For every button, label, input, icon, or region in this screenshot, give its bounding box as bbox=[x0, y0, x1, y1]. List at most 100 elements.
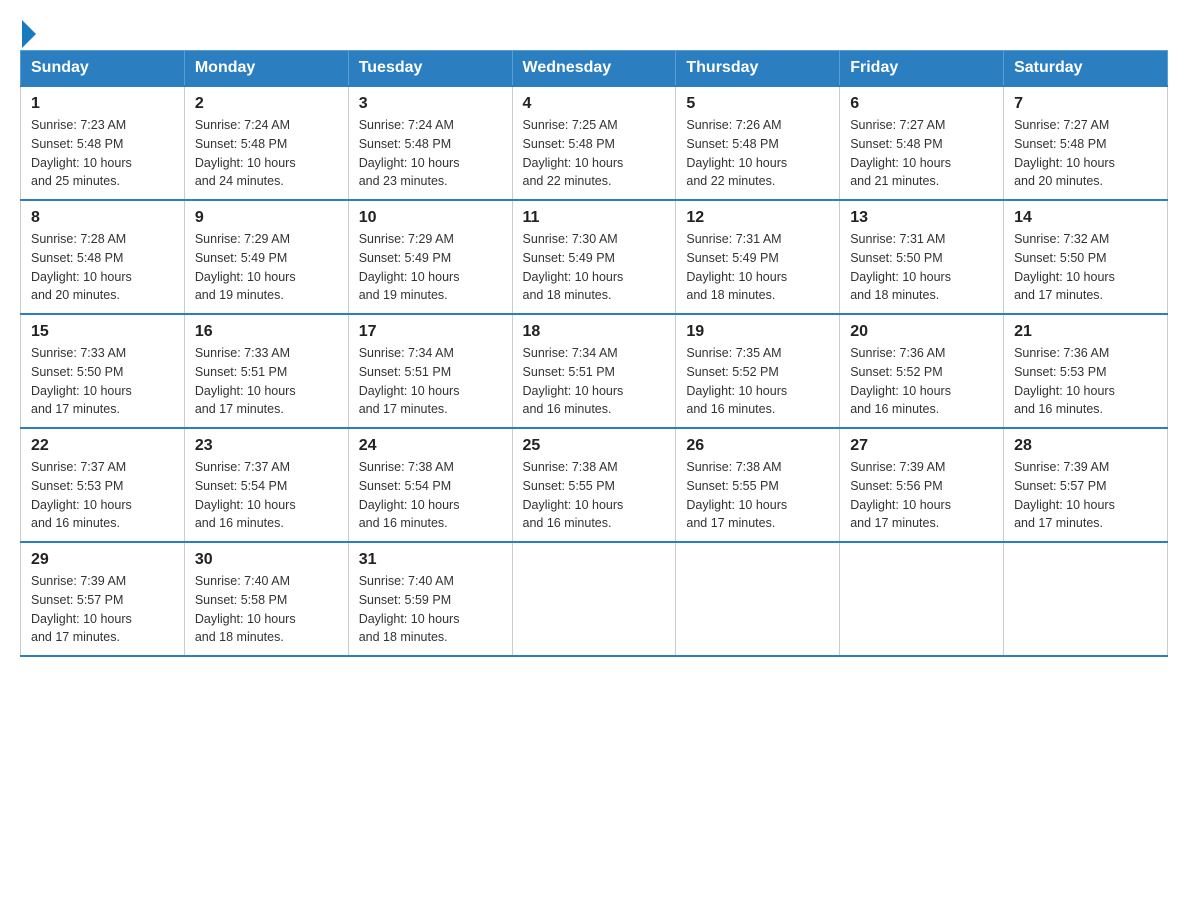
day-info: Sunrise: 7:39 AMSunset: 5:56 PMDaylight:… bbox=[850, 458, 993, 533]
page-header bbox=[20, 20, 1168, 40]
day-number: 28 bbox=[1014, 437, 1157, 455]
day-info: Sunrise: 7:39 AMSunset: 5:57 PMDaylight:… bbox=[31, 572, 174, 647]
day-info: Sunrise: 7:31 AMSunset: 5:49 PMDaylight:… bbox=[686, 230, 829, 305]
calendar-cell: 17 Sunrise: 7:34 AMSunset: 5:51 PMDaylig… bbox=[348, 314, 512, 428]
weekday-header-wednesday: Wednesday bbox=[512, 51, 676, 87]
calendar-cell: 9 Sunrise: 7:29 AMSunset: 5:49 PMDayligh… bbox=[184, 200, 348, 314]
day-info: Sunrise: 7:31 AMSunset: 5:50 PMDaylight:… bbox=[850, 230, 993, 305]
calendar-week-row: 29 Sunrise: 7:39 AMSunset: 5:57 PMDaylig… bbox=[21, 542, 1168, 656]
weekday-header-sunday: Sunday bbox=[21, 51, 185, 87]
day-info: Sunrise: 7:39 AMSunset: 5:57 PMDaylight:… bbox=[1014, 458, 1157, 533]
day-info: Sunrise: 7:40 AMSunset: 5:58 PMDaylight:… bbox=[195, 572, 338, 647]
day-info: Sunrise: 7:33 AMSunset: 5:50 PMDaylight:… bbox=[31, 344, 174, 419]
day-number: 17 bbox=[359, 323, 502, 341]
calendar-cell: 19 Sunrise: 7:35 AMSunset: 5:52 PMDaylig… bbox=[676, 314, 840, 428]
day-number: 5 bbox=[686, 95, 829, 113]
calendar-cell: 27 Sunrise: 7:39 AMSunset: 5:56 PMDaylig… bbox=[840, 428, 1004, 542]
day-info: Sunrise: 7:37 AMSunset: 5:53 PMDaylight:… bbox=[31, 458, 174, 533]
day-number: 15 bbox=[31, 323, 174, 341]
calendar-cell: 26 Sunrise: 7:38 AMSunset: 5:55 PMDaylig… bbox=[676, 428, 840, 542]
day-info: Sunrise: 7:38 AMSunset: 5:55 PMDaylight:… bbox=[686, 458, 829, 533]
day-info: Sunrise: 7:27 AMSunset: 5:48 PMDaylight:… bbox=[850, 116, 993, 191]
calendar-cell: 6 Sunrise: 7:27 AMSunset: 5:48 PMDayligh… bbox=[840, 86, 1004, 200]
calendar-cell: 3 Sunrise: 7:24 AMSunset: 5:48 PMDayligh… bbox=[348, 86, 512, 200]
logo bbox=[20, 20, 38, 40]
day-info: Sunrise: 7:33 AMSunset: 5:51 PMDaylight:… bbox=[195, 344, 338, 419]
day-number: 21 bbox=[1014, 323, 1157, 341]
calendar-cell: 28 Sunrise: 7:39 AMSunset: 5:57 PMDaylig… bbox=[1004, 428, 1168, 542]
calendar-cell bbox=[512, 542, 676, 656]
day-info: Sunrise: 7:32 AMSunset: 5:50 PMDaylight:… bbox=[1014, 230, 1157, 305]
day-number: 22 bbox=[31, 437, 174, 455]
calendar-cell: 2 Sunrise: 7:24 AMSunset: 5:48 PMDayligh… bbox=[184, 86, 348, 200]
calendar-week-row: 22 Sunrise: 7:37 AMSunset: 5:53 PMDaylig… bbox=[21, 428, 1168, 542]
day-info: Sunrise: 7:34 AMSunset: 5:51 PMDaylight:… bbox=[359, 344, 502, 419]
calendar-cell: 29 Sunrise: 7:39 AMSunset: 5:57 PMDaylig… bbox=[21, 542, 185, 656]
day-number: 25 bbox=[523, 437, 666, 455]
calendar-cell bbox=[840, 542, 1004, 656]
day-number: 24 bbox=[359, 437, 502, 455]
calendar-week-row: 8 Sunrise: 7:28 AMSunset: 5:48 PMDayligh… bbox=[21, 200, 1168, 314]
day-info: Sunrise: 7:36 AMSunset: 5:52 PMDaylight:… bbox=[850, 344, 993, 419]
calendar-cell: 4 Sunrise: 7:25 AMSunset: 5:48 PMDayligh… bbox=[512, 86, 676, 200]
calendar-cell: 15 Sunrise: 7:33 AMSunset: 5:50 PMDaylig… bbox=[21, 314, 185, 428]
calendar-table: SundayMondayTuesdayWednesdayThursdayFrid… bbox=[20, 50, 1168, 657]
day-number: 6 bbox=[850, 95, 993, 113]
day-info: Sunrise: 7:24 AMSunset: 5:48 PMDaylight:… bbox=[359, 116, 502, 191]
calendar-week-row: 1 Sunrise: 7:23 AMSunset: 5:48 PMDayligh… bbox=[21, 86, 1168, 200]
day-number: 4 bbox=[523, 95, 666, 113]
calendar-cell: 31 Sunrise: 7:40 AMSunset: 5:59 PMDaylig… bbox=[348, 542, 512, 656]
calendar-cell: 14 Sunrise: 7:32 AMSunset: 5:50 PMDaylig… bbox=[1004, 200, 1168, 314]
day-info: Sunrise: 7:26 AMSunset: 5:48 PMDaylight:… bbox=[686, 116, 829, 191]
day-number: 18 bbox=[523, 323, 666, 341]
weekday-header-saturday: Saturday bbox=[1004, 51, 1168, 87]
day-number: 2 bbox=[195, 95, 338, 113]
day-number: 14 bbox=[1014, 209, 1157, 227]
calendar-cell: 30 Sunrise: 7:40 AMSunset: 5:58 PMDaylig… bbox=[184, 542, 348, 656]
day-info: Sunrise: 7:28 AMSunset: 5:48 PMDaylight:… bbox=[31, 230, 174, 305]
weekday-header-friday: Friday bbox=[840, 51, 1004, 87]
day-number: 29 bbox=[31, 551, 174, 569]
day-number: 19 bbox=[686, 323, 829, 341]
calendar-cell: 12 Sunrise: 7:31 AMSunset: 5:49 PMDaylig… bbox=[676, 200, 840, 314]
calendar-cell: 25 Sunrise: 7:38 AMSunset: 5:55 PMDaylig… bbox=[512, 428, 676, 542]
calendar-cell: 5 Sunrise: 7:26 AMSunset: 5:48 PMDayligh… bbox=[676, 86, 840, 200]
day-number: 20 bbox=[850, 323, 993, 341]
day-number: 7 bbox=[1014, 95, 1157, 113]
calendar-cell: 20 Sunrise: 7:36 AMSunset: 5:52 PMDaylig… bbox=[840, 314, 1004, 428]
day-info: Sunrise: 7:38 AMSunset: 5:54 PMDaylight:… bbox=[359, 458, 502, 533]
day-info: Sunrise: 7:25 AMSunset: 5:48 PMDaylight:… bbox=[523, 116, 666, 191]
calendar-cell: 21 Sunrise: 7:36 AMSunset: 5:53 PMDaylig… bbox=[1004, 314, 1168, 428]
calendar-cell: 8 Sunrise: 7:28 AMSunset: 5:48 PMDayligh… bbox=[21, 200, 185, 314]
calendar-cell: 13 Sunrise: 7:31 AMSunset: 5:50 PMDaylig… bbox=[840, 200, 1004, 314]
calendar-cell bbox=[676, 542, 840, 656]
day-number: 23 bbox=[195, 437, 338, 455]
day-info: Sunrise: 7:36 AMSunset: 5:53 PMDaylight:… bbox=[1014, 344, 1157, 419]
calendar-cell: 7 Sunrise: 7:27 AMSunset: 5:48 PMDayligh… bbox=[1004, 86, 1168, 200]
day-info: Sunrise: 7:35 AMSunset: 5:52 PMDaylight:… bbox=[686, 344, 829, 419]
day-info: Sunrise: 7:29 AMSunset: 5:49 PMDaylight:… bbox=[195, 230, 338, 305]
day-info: Sunrise: 7:40 AMSunset: 5:59 PMDaylight:… bbox=[359, 572, 502, 647]
weekday-header-row: SundayMondayTuesdayWednesdayThursdayFrid… bbox=[21, 51, 1168, 87]
day-number: 12 bbox=[686, 209, 829, 227]
logo-arrow-icon bbox=[22, 20, 36, 48]
day-info: Sunrise: 7:37 AMSunset: 5:54 PMDaylight:… bbox=[195, 458, 338, 533]
calendar-cell: 18 Sunrise: 7:34 AMSunset: 5:51 PMDaylig… bbox=[512, 314, 676, 428]
calendar-cell: 23 Sunrise: 7:37 AMSunset: 5:54 PMDaylig… bbox=[184, 428, 348, 542]
calendar-cell: 22 Sunrise: 7:37 AMSunset: 5:53 PMDaylig… bbox=[21, 428, 185, 542]
day-info: Sunrise: 7:29 AMSunset: 5:49 PMDaylight:… bbox=[359, 230, 502, 305]
day-number: 31 bbox=[359, 551, 502, 569]
day-number: 27 bbox=[850, 437, 993, 455]
calendar-cell: 10 Sunrise: 7:29 AMSunset: 5:49 PMDaylig… bbox=[348, 200, 512, 314]
weekday-header-thursday: Thursday bbox=[676, 51, 840, 87]
day-number: 16 bbox=[195, 323, 338, 341]
day-number: 11 bbox=[523, 209, 666, 227]
calendar-cell bbox=[1004, 542, 1168, 656]
day-info: Sunrise: 7:34 AMSunset: 5:51 PMDaylight:… bbox=[523, 344, 666, 419]
weekday-header-monday: Monday bbox=[184, 51, 348, 87]
weekday-header-tuesday: Tuesday bbox=[348, 51, 512, 87]
day-info: Sunrise: 7:23 AMSunset: 5:48 PMDaylight:… bbox=[31, 116, 174, 191]
day-number: 30 bbox=[195, 551, 338, 569]
calendar-cell: 1 Sunrise: 7:23 AMSunset: 5:48 PMDayligh… bbox=[21, 86, 185, 200]
day-number: 8 bbox=[31, 209, 174, 227]
